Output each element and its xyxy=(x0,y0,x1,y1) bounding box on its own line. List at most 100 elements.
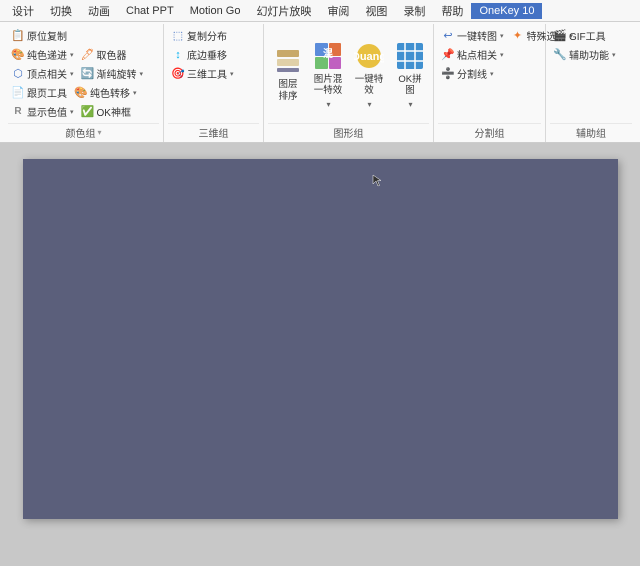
copy-distribute-icon: ⬚ xyxy=(171,29,185,43)
pure-color-progress-label: 纯色递进 xyxy=(27,47,67,62)
one-key-convert-label: 一键转图 xyxy=(457,28,497,43)
color-picker-icon: 🖊 xyxy=(81,48,95,62)
ribbon-group-color: 📋 原位复制 🎨 纯色递进 ▾ 🖊 取色器 xyxy=(4,24,164,142)
button-3d-tool[interactable]: 🎯 三维工具 ▾ xyxy=(168,65,237,82)
button-pure-transfer[interactable]: 🎨 纯色转移 ▾ xyxy=(71,84,140,101)
3d-row-2: ↕ 底边垂移 xyxy=(168,45,259,64)
ribbon-group-assist: 🎬 GIF工具 🔧 辅助功能 ▾ 辅助组 xyxy=(546,24,636,142)
color-group-expand[interactable]: ▾ xyxy=(97,128,101,137)
ok-frame-icon: ✅ xyxy=(81,105,95,119)
menu-item-chatppt[interactable]: Chat PPT xyxy=(118,3,182,19)
color-group-label: 颜色组 xyxy=(65,125,95,140)
button-yuanwei-copy[interactable]: 📋 原位复制 xyxy=(8,27,70,44)
gif-tool-icon: 🎬 xyxy=(553,29,567,43)
menu-item-slideshow[interactable]: 幻灯片放映 xyxy=(248,1,319,21)
color-row-3: ⬡ 顶点相关 ▾ 🔄 渐纯旋转 ▾ xyxy=(8,64,159,83)
button-bottom-edge[interactable]: ↕ 底边垂移 xyxy=(168,46,230,63)
ok-mosaic-arrow[interactable]: ▾ xyxy=(408,100,412,109)
pure-color-progress-icon: 🎨 xyxy=(11,48,25,62)
image-mix-label: 图片混一特效 xyxy=(314,74,343,97)
onekey-fx-arrow[interactable]: ▾ xyxy=(367,100,371,109)
button-image-mix-container: 混 图片混一特效 ▾ xyxy=(309,38,347,110)
show-color-icon: R xyxy=(11,105,25,119)
layer-sort-icon xyxy=(272,45,304,77)
assist-func-icon: 🔧 xyxy=(553,48,567,62)
button-pure-color-progress[interactable]: 🎨 纯色递进 ▾ xyxy=(8,46,77,63)
button-ok-mosaic-container: OK拼图 ▾ xyxy=(391,38,429,110)
color-group-label-row: 颜色组 ▾ xyxy=(8,123,159,142)
split-group-label: 分割组 xyxy=(475,125,505,140)
pure-color-progress-arrow: ▾ xyxy=(70,51,74,59)
button-ok-mosaic[interactable]: OK拼图 xyxy=(391,38,429,99)
gif-tool-label: GIF工具 xyxy=(569,28,606,43)
menu-item-design[interactable]: 设计 xyxy=(4,1,42,21)
menu-bar: 设计 切换 动画 Chat PPT Motion Go 幻灯片放映 审阅 视图 … xyxy=(0,0,640,22)
button-assist-func[interactable]: 🔧 辅助功能 ▾ xyxy=(550,46,619,63)
menu-item-record[interactable]: 录制 xyxy=(395,1,433,21)
button-vertex-related[interactable]: ⬡ 顶点相关 ▾ xyxy=(8,65,77,82)
image-mix-arrow[interactable]: ▾ xyxy=(326,100,330,109)
svg-text:混: 混 xyxy=(323,47,333,60)
image-mix-icon: 混 xyxy=(312,40,344,72)
menu-item-motiongo[interactable]: Motion Go xyxy=(182,3,249,19)
assist-group-label-row: 辅助组 xyxy=(550,123,632,142)
copy-icon: 📋 xyxy=(11,29,25,43)
one-key-convert-icon: ↩ xyxy=(441,29,455,43)
ribbon-group-shape: 图层排序 混 图片混 xyxy=(264,24,434,142)
3d-group-label: 三维组 xyxy=(199,125,229,140)
assist-row-1: 🎬 GIF工具 xyxy=(550,26,632,45)
button-image-mix[interactable]: 混 图片混一特效 xyxy=(309,38,347,99)
pagefooter-icon: 📄 xyxy=(11,86,25,100)
copy-distribute-label: 复制分布 xyxy=(187,28,227,43)
3d-tool-label: 三维工具 xyxy=(187,66,227,81)
split-row-3: ➗ 分割线 ▾ xyxy=(438,64,541,83)
grad-rotate-arrow: ▾ xyxy=(140,70,144,78)
button-gif-tool[interactable]: 🎬 GIF工具 xyxy=(550,27,609,44)
assist-func-label: 辅助功能 xyxy=(569,47,609,62)
onekey-fx-icon: Duang xyxy=(353,40,385,72)
button-yuanwei-label: 原位复制 xyxy=(27,28,67,43)
stick-point-label: 粘点相关 xyxy=(457,47,497,62)
button-grad-rotate[interactable]: 🔄 渐纯旋转 ▾ xyxy=(78,65,147,82)
assist-row-2: 🔧 辅助功能 ▾ xyxy=(550,45,632,64)
button-show-color[interactable]: R 显示色值 ▾ xyxy=(8,103,77,120)
button-layer-sort[interactable]: 图层排序 xyxy=(270,42,306,105)
menu-item-animation[interactable]: 动画 xyxy=(80,1,118,21)
menu-item-switch[interactable]: 切换 xyxy=(42,1,80,21)
split-group-label-row: 分割组 xyxy=(438,123,541,142)
button-onekey-fx[interactable]: Duang 一键特效 xyxy=(350,38,388,99)
menu-item-review[interactable]: 审阅 xyxy=(319,1,357,21)
color-picker-label: 取色器 xyxy=(97,47,127,62)
split-row-1: ↩ 一键转图 ▾ ✦ 特殊选中 ▾ xyxy=(438,26,541,45)
one-key-convert-arrow: ▾ xyxy=(500,32,504,40)
button-stick-point[interactable]: 📌 粘点相关 ▾ xyxy=(438,46,507,63)
ribbon-group-3d: ⬚ 复制分布 ↕ 底边垂移 🎯 三维工具 ▾ xyxy=(164,24,264,142)
assist-func-arrow: ▾ xyxy=(612,51,616,59)
grad-rotate-label: 渐纯旋转 xyxy=(97,66,137,81)
vertex-related-icon: ⬡ xyxy=(11,67,25,81)
menu-item-onekey10[interactable]: OneKey 10 xyxy=(471,3,542,19)
slide-canvas[interactable] xyxy=(23,159,618,519)
bottom-edge-icon: ↕ xyxy=(171,48,185,62)
menu-item-view[interactable]: 视图 xyxy=(357,1,395,21)
3d-row-3: 🎯 三维工具 ▾ xyxy=(168,64,259,83)
button-divider[interactable]: ➗ 分割线 ▾ xyxy=(438,65,497,82)
3d-row-1: ⬚ 复制分布 xyxy=(168,26,259,45)
ok-frame-label: OK神框 xyxy=(97,104,131,119)
assist-group-buttons: 🎬 GIF工具 🔧 辅助功能 ▾ xyxy=(550,26,632,121)
ok-mosaic-label: OK拼图 xyxy=(398,74,421,97)
svg-text:Duang: Duang xyxy=(354,51,384,63)
button-pagefooter[interactable]: 📄 跟页工具 xyxy=(8,84,70,101)
pure-transfer-icon: 🎨 xyxy=(74,86,88,100)
button-onekey-fx-container: Duang 一键特效 ▾ xyxy=(350,38,388,110)
show-color-arrow: ▾ xyxy=(70,108,74,116)
color-row-2: 🎨 纯色递进 ▾ 🖊 取色器 xyxy=(8,45,159,64)
button-color-picker[interactable]: 🖊 取色器 xyxy=(78,46,130,63)
button-ok-frame[interactable]: ✅ OK神框 xyxy=(78,103,134,120)
menu-item-help[interactable]: 帮助 xyxy=(433,1,471,21)
button-one-key-convert[interactable]: ↩ 一键转图 ▾ xyxy=(438,27,507,44)
3d-tool-icon: 🎯 xyxy=(171,67,185,81)
button-copy-distribute[interactable]: ⬚ 复制分布 xyxy=(168,27,230,44)
color-row-5: R 显示色值 ▾ ✅ OK神框 xyxy=(8,102,159,121)
assist-group-label: 辅助组 xyxy=(576,125,606,140)
